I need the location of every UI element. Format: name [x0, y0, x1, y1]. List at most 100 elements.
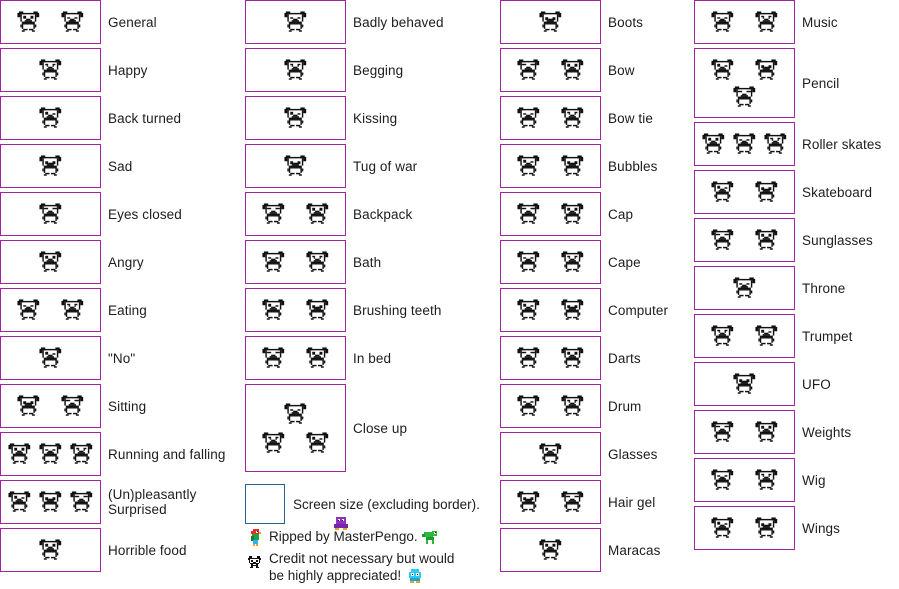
- sprite-cell[interactable]: [245, 240, 346, 284]
- hamster-sprite: [60, 394, 85, 417]
- sprite-cell[interactable]: [245, 336, 346, 380]
- hamster-sprite: [516, 154, 541, 177]
- sprite-cell[interactable]: [0, 0, 101, 44]
- sprite-cell[interactable]: [500, 0, 601, 44]
- hamster-sprite: [261, 298, 286, 321]
- hamster-sprite: [710, 324, 735, 347]
- sprite-row: Computer: [500, 288, 668, 332]
- sprite-cell[interactable]: [694, 0, 795, 44]
- hamster-sprite: [732, 85, 757, 108]
- sprite-cell[interactable]: [245, 384, 346, 472]
- hamster-sprite: [305, 346, 330, 369]
- sprite-cell[interactable]: [500, 240, 601, 284]
- screen-size-box: [245, 484, 285, 524]
- sprite-cell[interactable]: [694, 506, 795, 550]
- hamster-sprite: [538, 442, 563, 465]
- sprite-label: "No": [108, 350, 136, 366]
- sprite-row: Music: [694, 0, 881, 44]
- sprite-row: Trumpet: [694, 314, 881, 358]
- sprite-cell[interactable]: [245, 144, 346, 188]
- sprite-label: Running and falling: [108, 446, 226, 462]
- sprite-row: Kissing: [245, 96, 444, 140]
- hamster-sprite: [560, 250, 585, 273]
- sprite-cell[interactable]: [694, 170, 795, 214]
- sprite-row: Badly behaved: [245, 0, 444, 44]
- sprite-cell[interactable]: [0, 240, 101, 284]
- sprite-row: Sitting: [0, 384, 226, 428]
- sprite-cell[interactable]: [0, 288, 101, 332]
- sprite-label: Drum: [608, 398, 642, 414]
- hamster-sprite: [283, 402, 308, 425]
- sprite-row: Bow: [500, 48, 668, 92]
- sprite-cell[interactable]: [694, 314, 795, 358]
- sprite-cell[interactable]: [0, 480, 101, 524]
- hamster-sprite: [16, 298, 41, 321]
- sprite-cell[interactable]: [0, 48, 101, 92]
- sprite-label: Brushing teeth: [353, 302, 442, 318]
- sprite-cell[interactable]: [0, 528, 101, 572]
- hamster-sprite: [754, 10, 779, 33]
- hamster-sprite: [38, 346, 63, 369]
- hamster-sprite: [261, 431, 286, 454]
- column-2: Badly behaved Begging Kissing Tug of war Bac…: [245, 0, 444, 476]
- sprite-cell[interactable]: [500, 144, 601, 188]
- sprite-cell[interactable]: [500, 48, 601, 92]
- sprite-cell[interactable]: [694, 362, 795, 406]
- sprite-row: Happy: [0, 48, 226, 92]
- blue-blob-icon: [406, 568, 424, 589]
- sprite-cell[interactable]: [245, 192, 346, 236]
- sprite-cell[interactable]: [694, 122, 795, 166]
- sprite-cell[interactable]: [245, 48, 346, 92]
- hamster-sprite: [38, 442, 63, 465]
- hamster-sprite: [754, 516, 779, 539]
- sprite-label: Bubbles: [608, 158, 658, 174]
- hamster-sprite: [305, 298, 330, 321]
- sprite-cell[interactable]: [245, 0, 346, 44]
- sprite-cell[interactable]: [0, 384, 101, 428]
- sprite-cell[interactable]: [500, 336, 601, 380]
- sprite-cell[interactable]: [245, 96, 346, 140]
- sprite-row: Bath: [245, 240, 444, 284]
- hamster-sprite: [38, 538, 63, 561]
- sprite-cell[interactable]: [500, 480, 601, 524]
- sprite-label: Sad: [108, 158, 133, 174]
- sprite-cell[interactable]: [694, 48, 795, 118]
- sprite-row: General: [0, 0, 226, 44]
- sprite-cell[interactable]: [500, 432, 601, 476]
- hamster-sprite: [732, 276, 757, 299]
- sprite-group-bottom: [252, 431, 339, 454]
- sprite-cell[interactable]: [500, 384, 601, 428]
- sprite-cell[interactable]: [694, 410, 795, 454]
- hamster-sprite: [69, 442, 94, 465]
- sprite-row: Roller skates: [694, 122, 881, 166]
- sprite-cell[interactable]: [500, 96, 601, 140]
- sprite-row: Eating: [0, 288, 226, 332]
- sprite-label: Happy: [108, 62, 148, 78]
- hamster-sprite: [283, 106, 308, 129]
- hamster-sprite: [560, 346, 585, 369]
- sprite-cell[interactable]: [694, 266, 795, 310]
- sprite-row: Cape: [500, 240, 668, 284]
- sprite-label: Roller skates: [802, 136, 882, 152]
- sprite-cell[interactable]: [0, 144, 101, 188]
- sprite-label: Sitting: [108, 398, 147, 414]
- sprite-cell[interactable]: [500, 288, 601, 332]
- sprite-sheet-page: General Happy Back turned Sad Eyes closed Ang…: [0, 0, 899, 584]
- sprite-cell[interactable]: [0, 336, 101, 380]
- sprite-cell[interactable]: [694, 218, 795, 262]
- hamster-sprite: [305, 431, 330, 454]
- hamster-sprite: [261, 346, 286, 369]
- hamster-sprite: [754, 58, 779, 81]
- hamster-sprite: [516, 346, 541, 369]
- sprite-cell[interactable]: [694, 458, 795, 502]
- screen-size-legend: Screen size (excluding border).: [245, 484, 480, 524]
- sprite-cell[interactable]: [0, 192, 101, 236]
- sprite-cell[interactable]: [500, 192, 601, 236]
- sprite-cell[interactable]: [245, 288, 346, 332]
- hamster-sprite: [283, 154, 308, 177]
- sprite-label: Begging: [353, 62, 404, 78]
- column-1: General Happy Back turned Sad Eyes closed Ang…: [0, 0, 226, 576]
- sprite-cell[interactable]: [0, 96, 101, 140]
- sprite-label: (Un)pleasantly Surprised: [108, 487, 197, 517]
- sprite-cell[interactable]: [0, 432, 101, 476]
